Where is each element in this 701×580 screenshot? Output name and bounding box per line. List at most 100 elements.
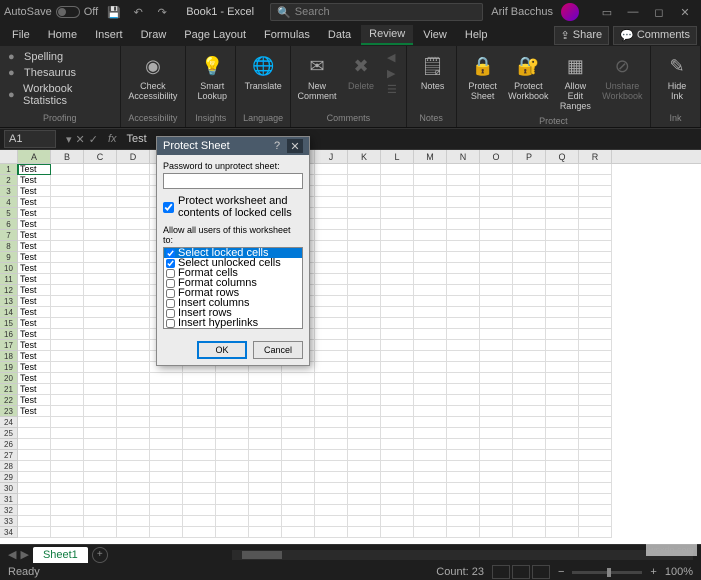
- row-header[interactable]: 34: [0, 527, 18, 538]
- cell[interactable]: [315, 505, 348, 516]
- cell[interactable]: [480, 318, 513, 329]
- row-header[interactable]: 19: [0, 362, 18, 373]
- cell[interactable]: [381, 505, 414, 516]
- cell[interactable]: [84, 285, 117, 296]
- cell[interactable]: [348, 527, 381, 538]
- cell[interactable]: [315, 186, 348, 197]
- cell[interactable]: [249, 406, 282, 417]
- cell[interactable]: [315, 296, 348, 307]
- cell[interactable]: [84, 450, 117, 461]
- cell[interactable]: Test: [18, 329, 51, 340]
- cell[interactable]: [348, 472, 381, 483]
- cell[interactable]: [348, 175, 381, 186]
- cell[interactable]: [315, 362, 348, 373]
- cell[interactable]: [51, 241, 84, 252]
- cell[interactable]: [546, 527, 579, 538]
- cell[interactable]: [117, 439, 150, 450]
- menu-insert[interactable]: Insert: [87, 26, 131, 44]
- cell[interactable]: [183, 373, 216, 384]
- cell[interactable]: [546, 384, 579, 395]
- cell[interactable]: [150, 439, 183, 450]
- cell[interactable]: [18, 483, 51, 494]
- cell[interactable]: [84, 175, 117, 186]
- cell[interactable]: [51, 494, 84, 505]
- cell[interactable]: [546, 439, 579, 450]
- cell[interactable]: [315, 351, 348, 362]
- cell[interactable]: [480, 373, 513, 384]
- cell[interactable]: Test: [18, 285, 51, 296]
- cell[interactable]: [117, 252, 150, 263]
- row-header[interactable]: 13: [0, 296, 18, 307]
- cell[interactable]: [18, 494, 51, 505]
- cell[interactable]: Test: [18, 164, 51, 175]
- cell[interactable]: [117, 351, 150, 362]
- cell[interactable]: Test: [18, 230, 51, 241]
- cell[interactable]: [579, 307, 612, 318]
- cell[interactable]: [84, 329, 117, 340]
- cell[interactable]: [315, 285, 348, 296]
- cell[interactable]: [480, 428, 513, 439]
- cell[interactable]: [348, 461, 381, 472]
- cell[interactable]: [348, 505, 381, 516]
- cell[interactable]: [414, 274, 447, 285]
- cell[interactable]: [117, 230, 150, 241]
- cell[interactable]: [414, 351, 447, 362]
- enter-formula-icon[interactable]: ✓: [89, 133, 98, 146]
- menu-home[interactable]: Home: [40, 26, 85, 44]
- cell[interactable]: [84, 505, 117, 516]
- cell[interactable]: [348, 439, 381, 450]
- cell[interactable]: [480, 384, 513, 395]
- checkbox[interactable]: [166, 309, 175, 318]
- cell[interactable]: [84, 494, 117, 505]
- cell[interactable]: [447, 340, 480, 351]
- cell[interactable]: [249, 417, 282, 428]
- cell[interactable]: [84, 428, 117, 439]
- cell[interactable]: [447, 450, 480, 461]
- cell[interactable]: [381, 340, 414, 351]
- view-layout-button[interactable]: [512, 565, 530, 579]
- dropdown-icon[interactable]: ▾: [66, 133, 72, 146]
- cell[interactable]: Test: [18, 241, 51, 252]
- cell[interactable]: [381, 208, 414, 219]
- cell[interactable]: [348, 230, 381, 241]
- view-normal-button[interactable]: [492, 565, 510, 579]
- cell[interactable]: Test: [18, 340, 51, 351]
- cell[interactable]: [51, 274, 84, 285]
- cell[interactable]: [18, 428, 51, 439]
- cell[interactable]: [447, 274, 480, 285]
- cell[interactable]: Test: [18, 219, 51, 230]
- cell[interactable]: [249, 472, 282, 483]
- col-header-J[interactable]: J: [315, 150, 348, 163]
- cell[interactable]: [183, 384, 216, 395]
- cell[interactable]: [546, 274, 579, 285]
- cell[interactable]: [315, 428, 348, 439]
- cell[interactable]: Test: [18, 351, 51, 362]
- cell[interactable]: [447, 527, 480, 538]
- cell[interactable]: [513, 230, 546, 241]
- menu-view[interactable]: View: [415, 26, 455, 44]
- cell[interactable]: [348, 252, 381, 263]
- cell[interactable]: [579, 329, 612, 340]
- cell[interactable]: [51, 428, 84, 439]
- maximize-icon[interactable]: ◻: [647, 2, 671, 22]
- cell[interactable]: [447, 241, 480, 252]
- cell[interactable]: Test: [18, 296, 51, 307]
- cell[interactable]: [117, 263, 150, 274]
- cell[interactable]: [117, 373, 150, 384]
- cell[interactable]: [117, 494, 150, 505]
- cell[interactable]: [414, 307, 447, 318]
- cell[interactable]: [480, 274, 513, 285]
- cell[interactable]: [150, 461, 183, 472]
- cell[interactable]: [51, 362, 84, 373]
- cell[interactable]: [579, 505, 612, 516]
- cell[interactable]: [249, 494, 282, 505]
- cell[interactable]: [480, 340, 513, 351]
- cell[interactable]: [315, 164, 348, 175]
- cell[interactable]: [579, 494, 612, 505]
- cell[interactable]: [183, 395, 216, 406]
- cell[interactable]: [447, 395, 480, 406]
- cell[interactable]: [447, 516, 480, 527]
- cell[interactable]: [249, 461, 282, 472]
- cell[interactable]: [18, 505, 51, 516]
- cell[interactable]: [513, 472, 546, 483]
